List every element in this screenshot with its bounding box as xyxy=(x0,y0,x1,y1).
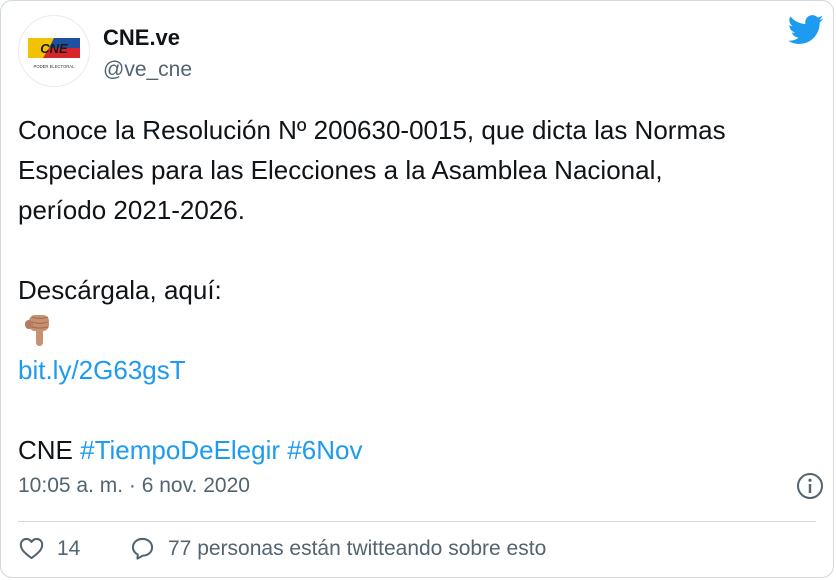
hashtag-tiempodeelegir[interactable]: #TiempoDeElegir xyxy=(80,435,280,465)
like-button[interactable]: 14 xyxy=(18,535,80,562)
hashtag-line: CNE #TiempoDeElegir #6Nov xyxy=(18,430,818,470)
emoji-line xyxy=(18,310,818,350)
signature-text: CNE xyxy=(18,435,73,465)
hashtag-6nov[interactable]: #6Nov xyxy=(287,435,362,465)
heart-icon xyxy=(19,537,44,560)
twitter-bird-icon[interactable] xyxy=(788,15,824,45)
like-count: 14 xyxy=(57,536,81,560)
conversation-button[interactable]: 77 personas están twitteando sobre esto xyxy=(129,535,546,562)
speech-bubble-icon xyxy=(131,537,154,560)
download-label: Descárgala, aquí: xyxy=(18,275,222,305)
conversation-label: 77 personas están twitteando sobre esto xyxy=(168,536,547,560)
avatar[interactable]: CNE PODER ELECTORAL xyxy=(18,15,90,87)
timestamp[interactable]: 10:05 a. m. · 6 nov. 2020 xyxy=(18,474,250,498)
tweet-card[interactable]: CNE PODER ELECTORAL CNE.ve @ve_cne Conoc… xyxy=(0,0,834,578)
info-icon[interactable] xyxy=(796,472,824,500)
short-link[interactable]: bit.ly/2G63gsT xyxy=(18,355,186,385)
tweet-line-2: Especiales para las Elecciones a la Asam… xyxy=(18,155,663,185)
avatar-subtext: PODER ELECTORAL xyxy=(34,64,76,69)
tweet-line-1: Conoce la Resolución Nº 200630-0015, que… xyxy=(18,115,726,145)
avatar-logo-text: CNE xyxy=(40,41,68,56)
tweet-line-3: período 2021-2026. xyxy=(18,195,245,225)
cne-logo-icon: CNE PODER ELECTORAL xyxy=(28,38,80,69)
display-name[interactable]: CNE.ve xyxy=(103,25,180,51)
handle[interactable]: @ve_cne xyxy=(103,58,192,82)
pointing-down-icon xyxy=(25,315,49,346)
tweet-text: Conoce la Resolución Nº 200630-0015, que… xyxy=(18,110,818,470)
divider xyxy=(18,521,816,522)
